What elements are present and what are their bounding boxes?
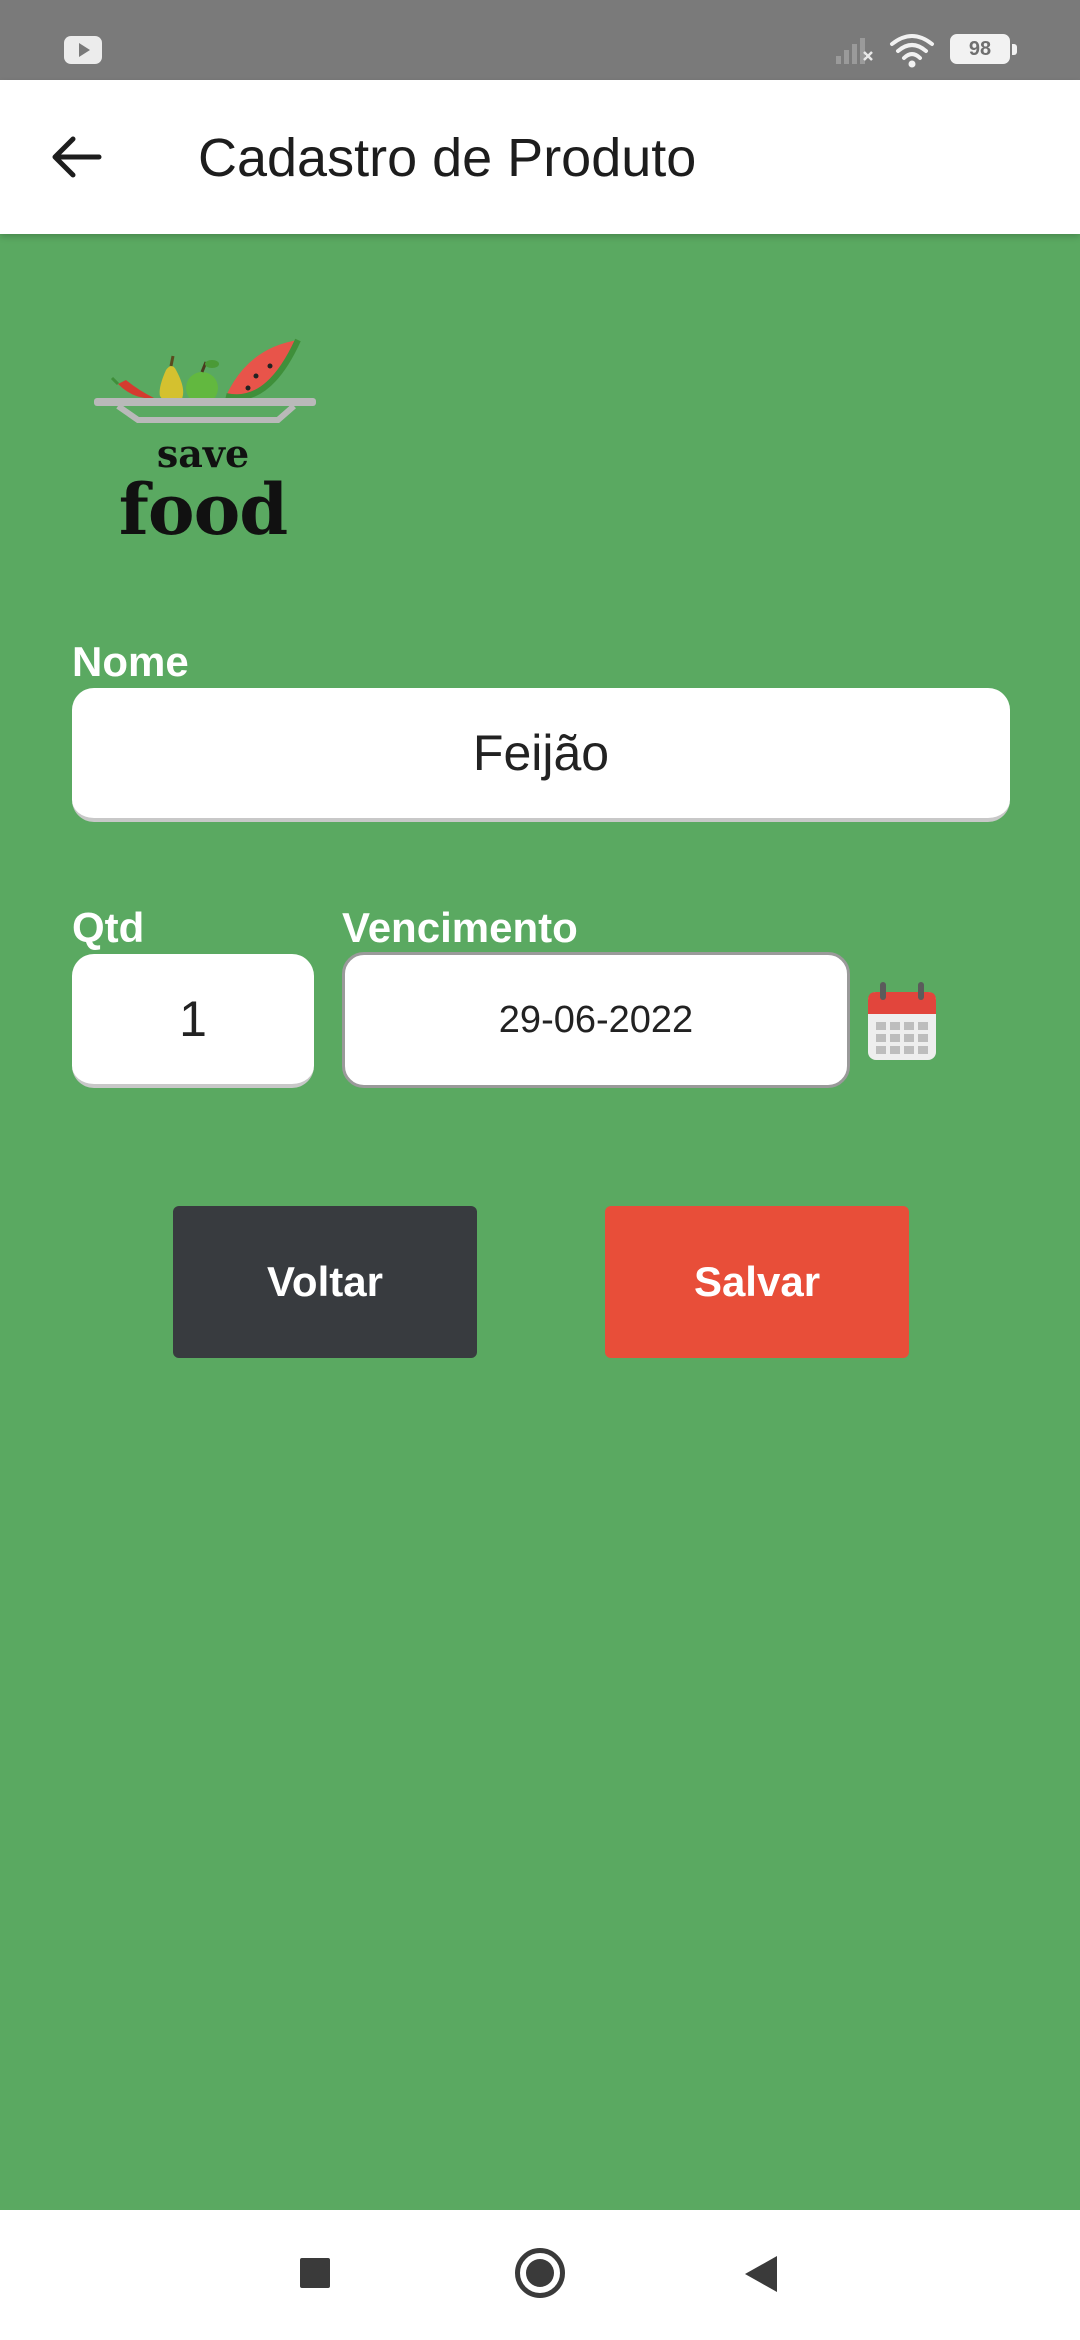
signal-icon [836,38,873,64]
back-icon[interactable] [745,2256,777,2292]
arrow-left-icon [52,136,102,178]
status-bar: 98 [0,0,1080,80]
logo-text-food: food [118,468,288,551]
nome-input[interactable]: Feijão [72,688,1010,822]
system-nav-bar [0,2210,1080,2340]
calendar-icon[interactable] [866,980,938,1062]
voltar-button[interactable]: Voltar [173,1206,477,1358]
back-button[interactable] [40,120,114,194]
logo-fruit-plate-icon [94,338,316,423]
app-bar: Cadastro de Produto [0,80,1080,234]
salvar-button[interactable]: Salvar [605,1206,909,1358]
wifi-icon [890,34,934,68]
vencimento-value: 29-06-2022 [498,998,694,1041]
qtd-label: Qtd [72,904,145,951]
youtube-notification-icon [64,36,102,64]
page-title: Cadastro de Produto [198,128,697,188]
nome-label: Nome [72,638,189,685]
qtd-value: 1 [179,991,207,1047]
battery-icon: 98 [950,34,1017,64]
qtd-input[interactable]: 1 [72,954,314,1088]
recents-icon[interactable] [300,2258,330,2288]
vencimento-input[interactable]: 29-06-2022 [342,952,850,1088]
vencimento-label: Vencimento [342,904,578,951]
save-food-logo: save food [88,330,328,550]
home-icon[interactable] [515,2248,565,2298]
nome-value: Feijão [472,725,610,781]
battery-level: 98 [968,38,992,60]
